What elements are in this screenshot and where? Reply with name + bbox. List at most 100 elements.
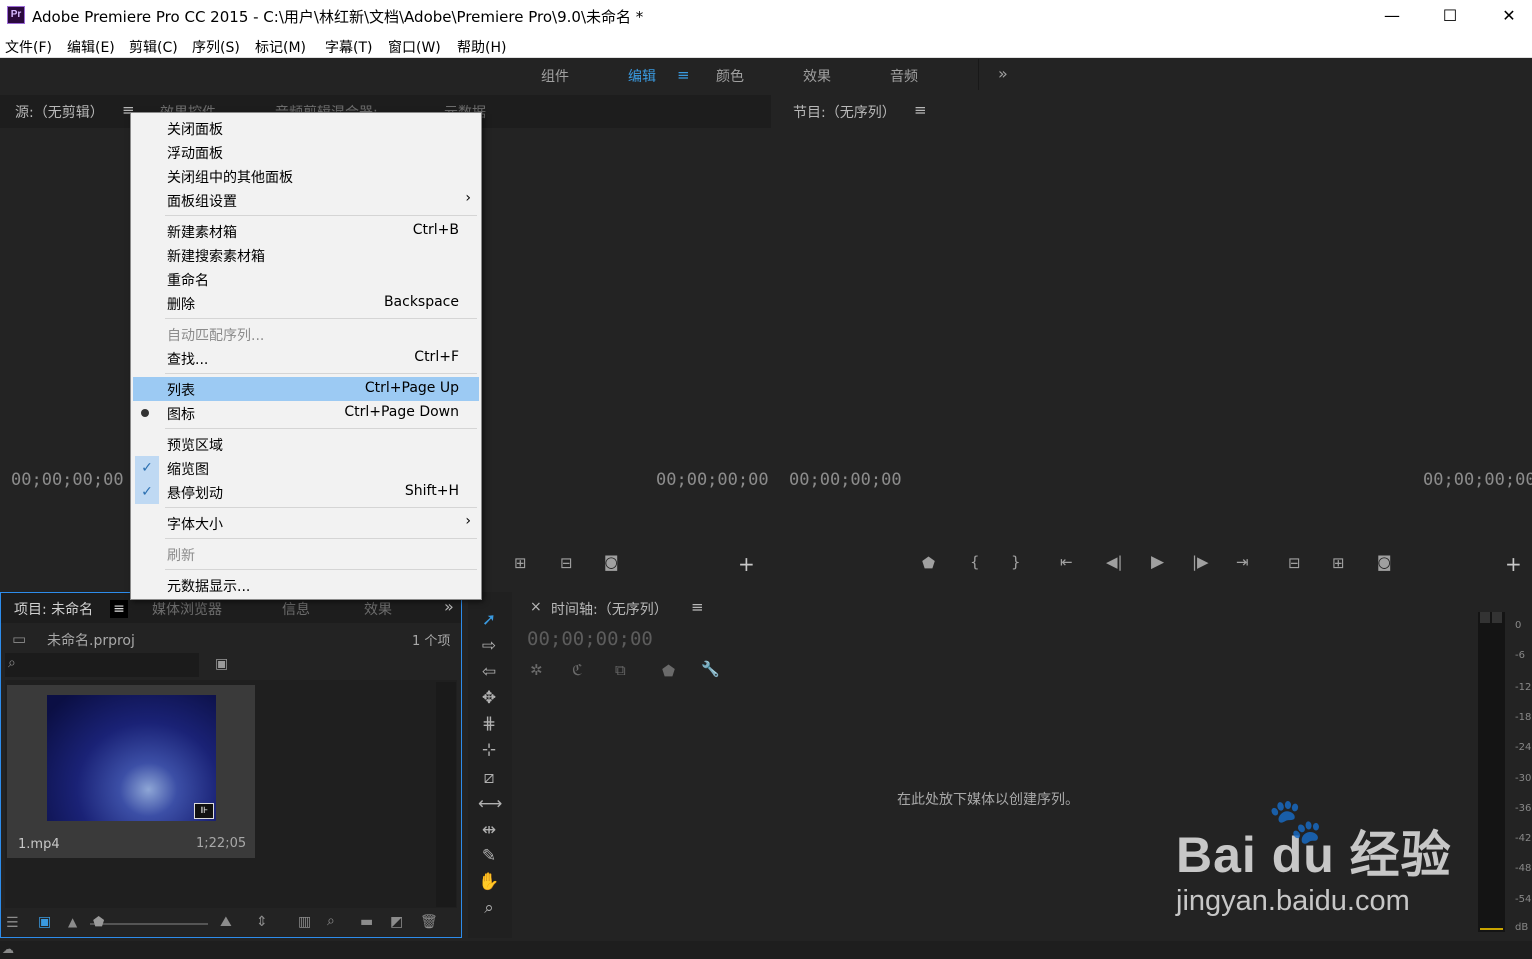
slide-tool-icon[interactable]: ⇹ [478,820,500,842]
minimize-button[interactable]: — [1372,2,1412,30]
extract-icon[interactable]: ⊞ [1332,554,1345,572]
mark-out-icon[interactable]: } [1011,553,1021,571]
program-timecode-playhead[interactable]: 00;00;00;00 [789,470,902,490]
workspace-effects[interactable]: 效果 [803,66,831,86]
menu-title[interactable]: 字幕(T) [325,37,372,57]
maximize-button[interactable]: ☐ [1430,2,1470,30]
timeline-close-icon[interactable]: × [530,599,542,615]
context-menu-item[interactable]: 浮动面板 [133,140,479,164]
tab-program[interactable]: 节目:（无序列） [793,102,896,122]
meter-label-30: -30 [1515,773,1532,784]
workspace-menu-icon[interactable]: ≡ [677,66,690,84]
context-menu-item[interactable]: 预览区域 [133,432,479,456]
pen-tool-icon[interactable]: ✎ [478,846,500,868]
timeline-marker-icon[interactable]: ⬟ [662,662,675,680]
context-menu-item[interactable]: 重命名 [133,267,479,291]
zoom-tool-icon[interactable]: ⌕ [478,898,500,920]
clip-thumbnail-image[interactable] [47,695,216,821]
menu-sequence[interactable]: 序列(S) [192,37,240,57]
slip-tool-icon[interactable]: ⟷ [478,794,502,816]
new-search-bin-icon[interactable]: ▣ [215,656,228,672]
source-timecode-in[interactable]: 00;00;00;00 [11,470,124,490]
workspace-assembly[interactable]: 组件 [541,66,569,86]
play-icon[interactable]: ▶ [1151,552,1164,572]
context-menu-item[interactable]: ✓ 缩览图 [133,456,479,480]
zoom-out-icon[interactable]: ▲ [68,915,77,929]
razor-alt-tool-icon[interactable]: ⊹ [478,740,500,762]
tab-media-browser[interactable]: 媒体浏览器 [152,599,222,619]
menu-help[interactable]: 帮助(H) [457,37,506,57]
project-search-input[interactable] [5,653,199,677]
linked-selection-icon[interactable]: ℭ [572,661,583,679]
razor-tool-icon[interactable]: ⧄ [478,768,500,790]
mark-in-icon[interactable]: { [970,553,980,571]
menu-window[interactable]: 窗口(W) [388,37,441,57]
selection-tool-icon[interactable]: ➚ [478,610,500,632]
tab-source[interactable]: 源:（无剪辑） [15,102,104,122]
track-select-tool-icon[interactable]: ⇨ [478,636,500,658]
timeline-timecode[interactable]: 00;00;00;00 [527,628,653,650]
zoom-slider-handle[interactable]: ⬟ [93,915,104,930]
program-export-frame-icon[interactable]: ◙ [1377,553,1392,571]
wrench-settings-icon[interactable]: 🔧 [701,660,720,678]
project-scrollbar[interactable] [436,682,456,907]
step-forward-icon[interactable]: |▶ [1192,553,1209,571]
menu-marker[interactable]: 标记(M) [255,37,306,57]
context-menu-item[interactable]: 删除 Backspace [133,291,479,315]
tab-effects[interactable]: 效果 [364,599,392,619]
icon-view-icon[interactable]: ▣ [38,914,51,930]
insert-icon[interactable]: ⊞ [514,554,527,572]
workspace-color[interactable]: 颜色 [716,66,744,86]
ripple-edit-tool-icon[interactable]: ⇦ [478,662,500,684]
context-menu-item[interactable]: 新建素材箱 Ctrl+B [133,219,479,243]
rate-stretch-tool-icon[interactable]: ⋕ [478,714,500,736]
export-frame-icon[interactable]: ◙ [604,553,619,571]
go-to-out-icon[interactable]: ⇥ [1236,553,1249,571]
rolling-edit-tool-icon[interactable]: ✥ [478,688,500,710]
zoom-in-icon[interactable]: ⛰ [220,914,232,930]
workspace-more-button[interactable]: » [998,64,1008,83]
trash-icon[interactable]: 🗑 [420,914,438,930]
context-menu-item[interactable]: 关闭面板 [133,116,479,140]
tab-timeline[interactable]: 时间轴:（无序列） [551,599,668,619]
new-bin-icon[interactable]: ▬ [360,914,373,930]
add-button-icon[interactable]: + [738,552,755,576]
nest-icon[interactable]: ⧉ [615,661,626,679]
automate-to-sequence-icon[interactable]: ▥ [298,914,311,930]
context-menu-item[interactable]: 字体大小 › [133,511,479,535]
checkmark-icon: ✓ [135,456,159,480]
overwrite-icon[interactable]: ⊟ [560,554,573,572]
add-marker-icon[interactable]: ⬟ [922,554,935,572]
find-icon[interactable]: ⌕ [327,913,335,929]
tab-info[interactable]: 信息 [282,599,310,619]
list-view-icon[interactable]: ☰ [6,915,19,931]
context-menu-item[interactable]: 列表 Ctrl+Page Up [133,377,479,401]
close-window-button[interactable]: ✕ [1489,2,1529,30]
creative-cloud-icon[interactable]: ☁ [2,942,14,956]
context-menu-item[interactable]: 面板组设置 › [133,188,479,212]
context-menu-item[interactable]: 关闭组中的其他面板 [133,164,479,188]
menu-file[interactable]: 文件(F) [5,37,52,57]
context-menu-item[interactable]: 新建搜索素材箱 [133,243,479,267]
lift-icon[interactable]: ⊟ [1288,554,1301,572]
hand-tool-icon[interactable]: ✋ [478,872,500,894]
context-menu-item[interactable]: 图标 Ctrl+Page Down [133,401,479,425]
thumbnail-zoom-slider[interactable] [90,923,208,925]
program-add-button-icon[interactable]: + [1505,552,1522,576]
context-menu-item[interactable]: ✓ 悬停划动 Shift+H [133,480,479,504]
go-to-in-icon[interactable]: ⇤ [1060,553,1073,571]
snap-icon[interactable]: ✲ [530,661,543,679]
workspace-editing[interactable]: 编辑 [628,66,656,86]
workspace-audio[interactable]: 音频 [890,66,918,86]
program-panel-menu-icon[interactable]: ≡ [914,101,927,119]
context-menu-item[interactable]: 查找... Ctrl+F [133,346,479,370]
project-panel-menu-icon[interactable]: ≡ [110,600,128,618]
context-menu-item[interactable]: 元数据显示... [133,573,479,597]
step-back-icon[interactable]: ◀| [1106,553,1123,571]
new-item-icon[interactable]: ◩ [390,914,403,930]
tab-project[interactable]: 项目: 未命名 [14,599,93,619]
sort-icon[interactable]: ⇕ [256,914,268,930]
timeline-panel-menu-icon[interactable]: ≡ [691,598,704,616]
menu-edit[interactable]: 编辑(E) [67,37,115,57]
menu-clip[interactable]: 剪辑(C) [129,37,178,57]
